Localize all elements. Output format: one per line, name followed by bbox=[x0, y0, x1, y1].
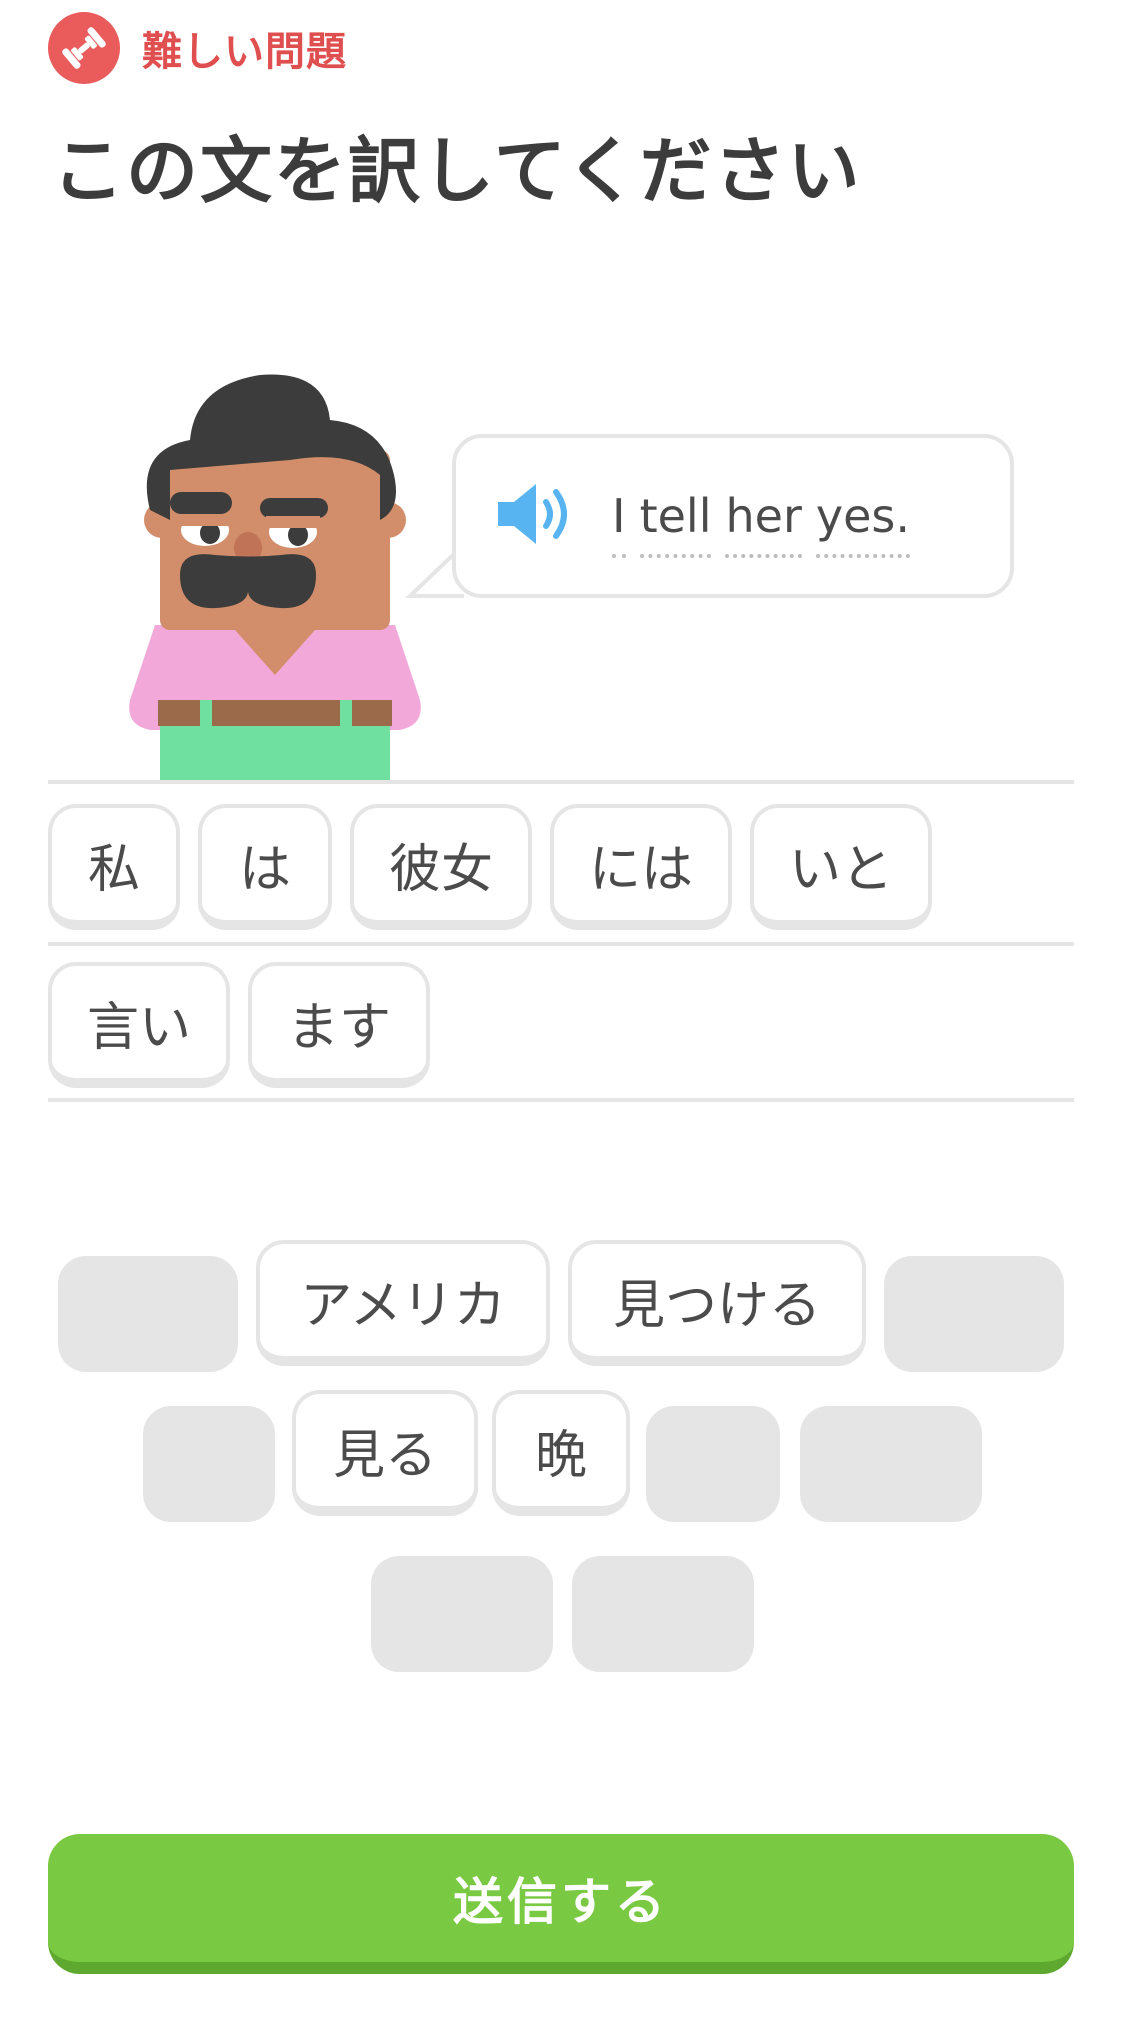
word-bank-tile[interactable]: 見つける bbox=[568, 1240, 866, 1366]
word-bank-tile[interactable]: 晩 bbox=[492, 1390, 630, 1516]
answer-line bbox=[48, 1098, 1074, 1102]
prompt-word[interactable]: yes. bbox=[815, 488, 910, 558]
prompt-word[interactable]: I bbox=[612, 488, 626, 558]
word-bank-tile[interactable]: 見る bbox=[292, 1390, 478, 1516]
answer-line bbox=[48, 942, 1074, 946]
dumbbell-icon bbox=[48, 12, 120, 84]
empty-word-slot bbox=[800, 1406, 982, 1522]
empty-word-slot bbox=[646, 1406, 780, 1522]
prompt-word[interactable]: tell bbox=[639, 488, 712, 558]
empty-word-slot bbox=[572, 1556, 754, 1672]
page-title: この文を訳してください bbox=[52, 129, 862, 213]
answer-line bbox=[48, 780, 1074, 784]
difficulty-badge: 難しい問題 bbox=[48, 12, 347, 84]
answer-tile[interactable]: 言い bbox=[48, 962, 230, 1088]
prompt-sentence: I tell her yes. bbox=[612, 488, 910, 562]
empty-word-slot bbox=[371, 1556, 553, 1672]
prompt-word[interactable]: her bbox=[725, 488, 802, 558]
word-bank-tile[interactable]: アメリカ bbox=[256, 1240, 550, 1366]
answer-tile[interactable]: いと bbox=[750, 804, 932, 930]
empty-word-slot bbox=[143, 1406, 275, 1522]
speaker-icon[interactable] bbox=[494, 478, 580, 550]
answer-tile[interactable]: 彼女 bbox=[350, 804, 532, 930]
answer-tile[interactable]: ます bbox=[248, 962, 430, 1088]
answer-tile[interactable]: には bbox=[550, 804, 732, 930]
difficulty-label: 難しい問題 bbox=[142, 29, 347, 75]
character-illustration bbox=[110, 370, 440, 780]
submit-button[interactable]: 送信する bbox=[48, 1834, 1074, 1974]
answer-tile[interactable]: は bbox=[198, 804, 332, 930]
answer-tile[interactable]: 私 bbox=[48, 804, 180, 930]
empty-word-slot bbox=[58, 1256, 238, 1372]
empty-word-slot bbox=[884, 1256, 1064, 1372]
